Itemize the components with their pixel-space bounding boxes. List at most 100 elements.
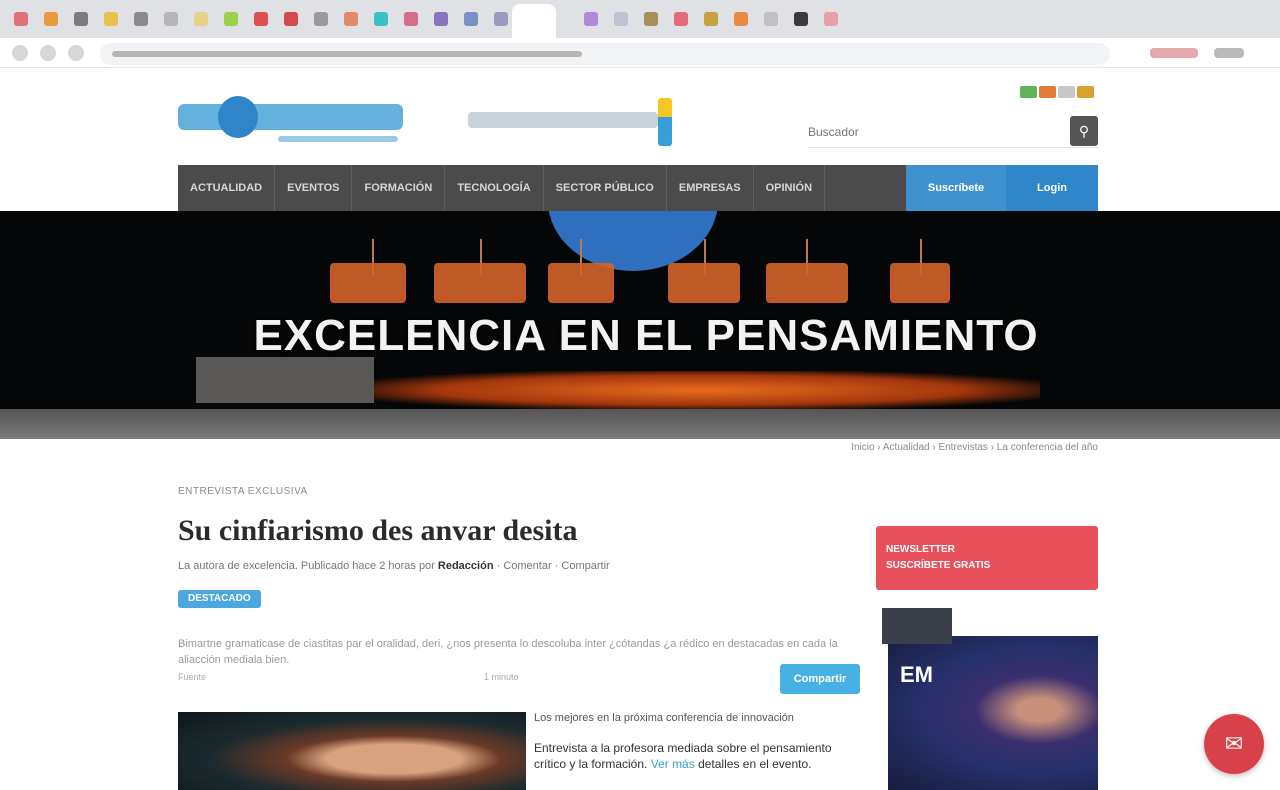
newsletter-promo[interactable]: NEWSLETTER SUSCRÍBETE GRATIS bbox=[876, 526, 1098, 590]
browser-tab-favicon-icon[interactable] bbox=[284, 12, 298, 26]
language-flag-icon[interactable] bbox=[1077, 86, 1094, 98]
browser-tab-favicon-icon[interactable] bbox=[674, 12, 688, 26]
browser-tab-favicon-icon[interactable] bbox=[824, 12, 838, 26]
logo-mark bbox=[218, 96, 258, 138]
browser-tab-favicon-icon[interactable] bbox=[164, 12, 178, 26]
logo-bar bbox=[178, 104, 403, 130]
search-bar: ⚲ bbox=[808, 114, 1098, 148]
nav-item-actualidad[interactable]: Actualidad bbox=[178, 165, 276, 211]
browser-tab-favicon-icon[interactable] bbox=[464, 12, 478, 26]
sponsor-logo-icon[interactable] bbox=[468, 94, 678, 148]
nav-item-sector-publico[interactable]: Sector Público bbox=[544, 165, 667, 211]
banner-speaker-card bbox=[548, 263, 614, 303]
browser-tab-favicon-icon[interactable] bbox=[134, 12, 148, 26]
byline-suffix: · Comentar · Compartir bbox=[496, 560, 610, 572]
browser-tab-favicon-icon[interactable] bbox=[344, 12, 358, 26]
nav-spacer bbox=[825, 165, 906, 211]
nav-item-formacion[interactable]: Formación bbox=[352, 165, 446, 211]
search-icon[interactable]: ⚲ bbox=[1070, 116, 1098, 146]
banner-floor bbox=[0, 409, 1280, 439]
sidebar-video[interactable]: EM bbox=[876, 604, 1098, 790]
browser-tab-favicon-icon[interactable] bbox=[644, 12, 658, 26]
subscribe-button[interactable]: Suscríbete bbox=[906, 165, 1006, 211]
active-browser-tab[interactable] bbox=[512, 4, 556, 38]
browser-tab-favicon-icon[interactable] bbox=[374, 12, 388, 26]
forward-icon[interactable] bbox=[40, 45, 56, 61]
sponsor-accent bbox=[658, 98, 672, 146]
reload-icon[interactable] bbox=[68, 45, 84, 61]
language-flags bbox=[1020, 86, 1096, 98]
language-flag-icon[interactable] bbox=[1020, 86, 1037, 98]
nav-item-eventos[interactable]: Eventos bbox=[275, 165, 353, 211]
banner-title: EXCELENCIA EN EL PENSAMIENTO bbox=[253, 311, 1039, 360]
chat-icon[interactable]: ✉ bbox=[1204, 714, 1264, 774]
browser-tab-favicon-icon[interactable] bbox=[314, 12, 328, 26]
browser-tab-favicon-icon[interactable] bbox=[494, 12, 508, 26]
nav-item-opinion[interactable]: Opinión bbox=[754, 165, 826, 211]
login-button[interactable]: Login bbox=[1006, 165, 1098, 211]
banner-speaker-card bbox=[330, 263, 406, 303]
byline-prefix: La autora de excelencia. Publicado hace … bbox=[178, 560, 435, 572]
language-flag-icon[interactable] bbox=[1039, 86, 1056, 98]
profile-icon[interactable] bbox=[1214, 48, 1244, 58]
hero-banner[interactable]: EXCELENCIA EN EL PENSAMIENTO bbox=[0, 211, 1280, 439]
back-icon[interactable] bbox=[12, 45, 28, 61]
video-badge bbox=[882, 608, 952, 644]
video-thumbnail[interactable] bbox=[888, 636, 1098, 790]
browser-tab-favicon-icon[interactable] bbox=[404, 12, 418, 26]
related-text: Entrevista a la profesora mediada sobre … bbox=[534, 740, 854, 772]
language-flag-icon[interactable] bbox=[1058, 86, 1075, 98]
browser-tab-favicon-icon[interactable] bbox=[704, 12, 718, 26]
browser-tab-favicon-icon[interactable] bbox=[74, 12, 88, 26]
browser-tab-favicon-icon[interactable] bbox=[194, 12, 208, 26]
browser-tab-favicon-icon[interactable] bbox=[434, 12, 448, 26]
article-byline: La autora de excelencia. Publicado hace … bbox=[178, 560, 610, 572]
logo-tagline bbox=[278, 136, 398, 142]
site-logo-icon[interactable] bbox=[178, 90, 403, 146]
related-title[interactable]: Los mejores en la próxima conferencia de… bbox=[534, 712, 794, 724]
article-reading-time: 1 minuto bbox=[484, 672, 519, 682]
browser-tab-favicon-icon[interactable] bbox=[614, 12, 628, 26]
article-source: Fuente bbox=[178, 672, 207, 682]
browser-toolbar bbox=[0, 38, 1280, 68]
main-nav: Actualidad Eventos Formación Tecnología … bbox=[178, 165, 1098, 211]
share-button[interactable]: Compartir bbox=[780, 664, 860, 694]
banner-speaker-card bbox=[890, 263, 950, 303]
banner-speaker-card bbox=[766, 263, 848, 303]
browser-tab-favicon-icon[interactable] bbox=[254, 12, 268, 26]
promo-line-1: NEWSLETTER bbox=[886, 544, 955, 555]
browser-tab-favicon-icon[interactable] bbox=[224, 12, 238, 26]
section-label: ENTREVISTA EXCLUSIVA bbox=[178, 486, 308, 497]
article-tag-badge[interactable]: DESTACADO bbox=[178, 590, 261, 608]
nav-item-empresas[interactable]: Empresas bbox=[667, 165, 754, 211]
article-photo[interactable] bbox=[178, 712, 526, 790]
article-lede: Bimartne gramaticase de ciastitas par el… bbox=[178, 638, 838, 666]
breadcrumb[interactable]: Inicio › Actualidad › Entrevistas › La c… bbox=[851, 442, 1098, 453]
browser-tab-favicon-icon[interactable] bbox=[764, 12, 778, 26]
related-link[interactable]: Ver más bbox=[651, 757, 695, 771]
byline-author[interactable]: Redacción bbox=[438, 560, 494, 572]
banner-stage-arc bbox=[548, 211, 718, 271]
browser-tab-favicon-icon[interactable] bbox=[44, 12, 58, 26]
browser-tab-favicon-icon[interactable] bbox=[14, 12, 28, 26]
search-input[interactable] bbox=[808, 120, 1058, 144]
promo-line-2: SUSCRÍBETE GRATIS bbox=[886, 560, 991, 571]
video-logo: EM bbox=[900, 662, 933, 687]
banner-label-block bbox=[196, 357, 374, 403]
browser-tab-favicon-icon[interactable] bbox=[104, 12, 118, 26]
browser-tab-favicon-icon[interactable] bbox=[794, 12, 808, 26]
address-bar[interactable] bbox=[100, 43, 1110, 65]
banner-speaker-card bbox=[668, 263, 740, 303]
extension-icon[interactable] bbox=[1150, 48, 1198, 58]
site-header: ⚲ bbox=[178, 78, 1098, 164]
url-text bbox=[112, 51, 582, 57]
browser-tabstrip bbox=[0, 0, 1280, 38]
banner-glow bbox=[360, 371, 1040, 409]
nav-item-tecnologia[interactable]: Tecnología bbox=[445, 165, 544, 211]
browser-tab-favicon-icon[interactable] bbox=[734, 12, 748, 26]
article-headline: Su cinfiarismo des anvar desita bbox=[178, 514, 578, 547]
browser-tab-favicon-icon[interactable] bbox=[584, 12, 598, 26]
related-tail: detalles en el evento. bbox=[698, 757, 812, 771]
banner-speaker-card bbox=[434, 263, 526, 303]
sponsor-wordmark bbox=[468, 112, 658, 128]
